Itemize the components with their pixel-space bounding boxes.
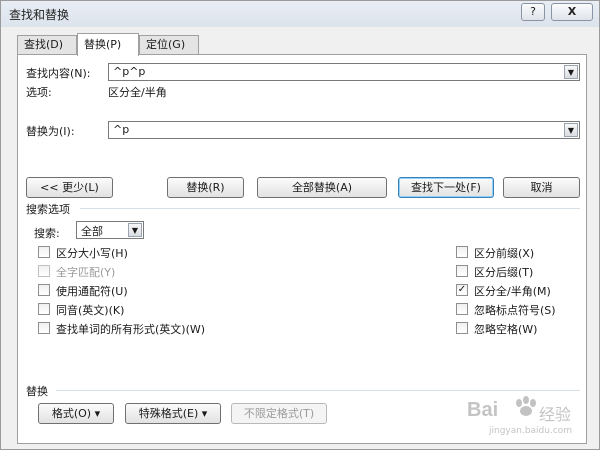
replace-section-divider [56,390,580,391]
sounds-like-checkbox[interactable] [38,303,50,315]
find-next-button[interactable]: 查找下一处(F) [398,177,494,198]
watermark-suffix: 经验 [539,405,572,424]
ignore-punctuation-checkbox[interactable] [456,303,468,315]
replace-label: 替换为(I): [26,125,75,138]
search-scope-label: 搜索: [34,227,60,240]
special-format-button[interactable]: 特殊格式(E) ▾ [125,403,221,424]
search-scope-value: 全部 [81,225,103,238]
no-formatting-button: 不限定格式(T) [231,403,327,424]
sounds-like-label: 同音(英文)(K) [56,304,125,317]
ignore-space-label: 忽略空格(W) [474,323,538,336]
help-button[interactable]: ? [521,3,545,21]
find-replace-dialog: 查找和替换 ? X 查找(D) 替换(P) 定位(G) 查找内容(N): ^p^… [0,0,600,450]
match-prefix-checkbox[interactable] [456,246,468,258]
match-width-checkbox[interactable]: ✓ [456,284,468,296]
replace-dropdown-arrow-icon[interactable]: ▼ [564,123,578,137]
search-scope-arrow-icon[interactable]: ▼ [128,223,142,237]
options-value: 区分全/半角 [108,86,167,99]
format-button[interactable]: 格式(O) ▾ [38,403,114,424]
whole-word-checkbox [38,265,50,277]
wildcards-label: 使用通配符(U) [56,285,128,298]
find-dropdown-arrow-icon[interactable]: ▼ [564,65,578,79]
search-scope-select[interactable]: 全部 ▼ [76,221,144,239]
less-button[interactable]: << 更少(L) [26,177,113,198]
find-label: 查找内容(N): [26,67,91,80]
title-bar: 查找和替换 ? X [1,1,599,27]
search-options-divider [80,208,580,209]
match-suffix-checkbox[interactable] [456,265,468,277]
search-options-heading: 搜索选项 [26,203,70,216]
find-value: ^p^p [113,65,146,78]
ignore-punctuation-label: 忽略标点符号(S) [474,304,556,317]
wildcards-checkbox[interactable] [38,284,50,296]
cancel-button[interactable]: 取消 [503,177,580,198]
match-width-label: 区分全/半角(M) [474,285,551,298]
watermark-url: jingyan.baidu.com [489,426,573,436]
match-case-label: 区分大小写(H) [56,247,128,260]
whole-word-label: 全字匹配(Y) [56,266,116,279]
ignore-space-checkbox[interactable] [456,322,468,334]
replace-input[interactable]: ^p ▼ [108,121,580,139]
replace-section-heading: 替换 [26,385,48,398]
all-word-forms-label: 查找单词的所有形式(英文)(W) [56,323,206,336]
dialog-title: 查找和替换 [9,8,70,22]
watermark-brand: Bai [467,399,499,421]
match-prefix-label: 区分前缀(X) [474,247,535,260]
replace-panel: 查找内容(N): ^p^p ▼ 选项: 区分全/半角 替换为(I): ^p ▼ … [17,54,587,444]
close-button[interactable]: X [551,3,593,21]
tab-find[interactable]: 查找(D) [17,35,77,55]
replace-button[interactable]: 替换(R) [167,177,244,198]
options-label: 选项: [26,86,52,99]
replace-all-button[interactable]: 全部替换(A) [257,177,387,198]
replace-value: ^p [113,123,130,136]
all-word-forms-checkbox[interactable] [38,322,50,334]
baidu-watermark: Bai 经验 jingyan.baidu.com [463,393,583,441]
tab-goto[interactable]: 定位(G) [139,35,199,55]
match-suffix-label: 区分后缀(T) [474,266,534,279]
tab-replace[interactable]: 替换(P) [77,33,139,56]
match-case-checkbox[interactable] [38,246,50,258]
find-input[interactable]: ^p^p ▼ [108,63,580,81]
